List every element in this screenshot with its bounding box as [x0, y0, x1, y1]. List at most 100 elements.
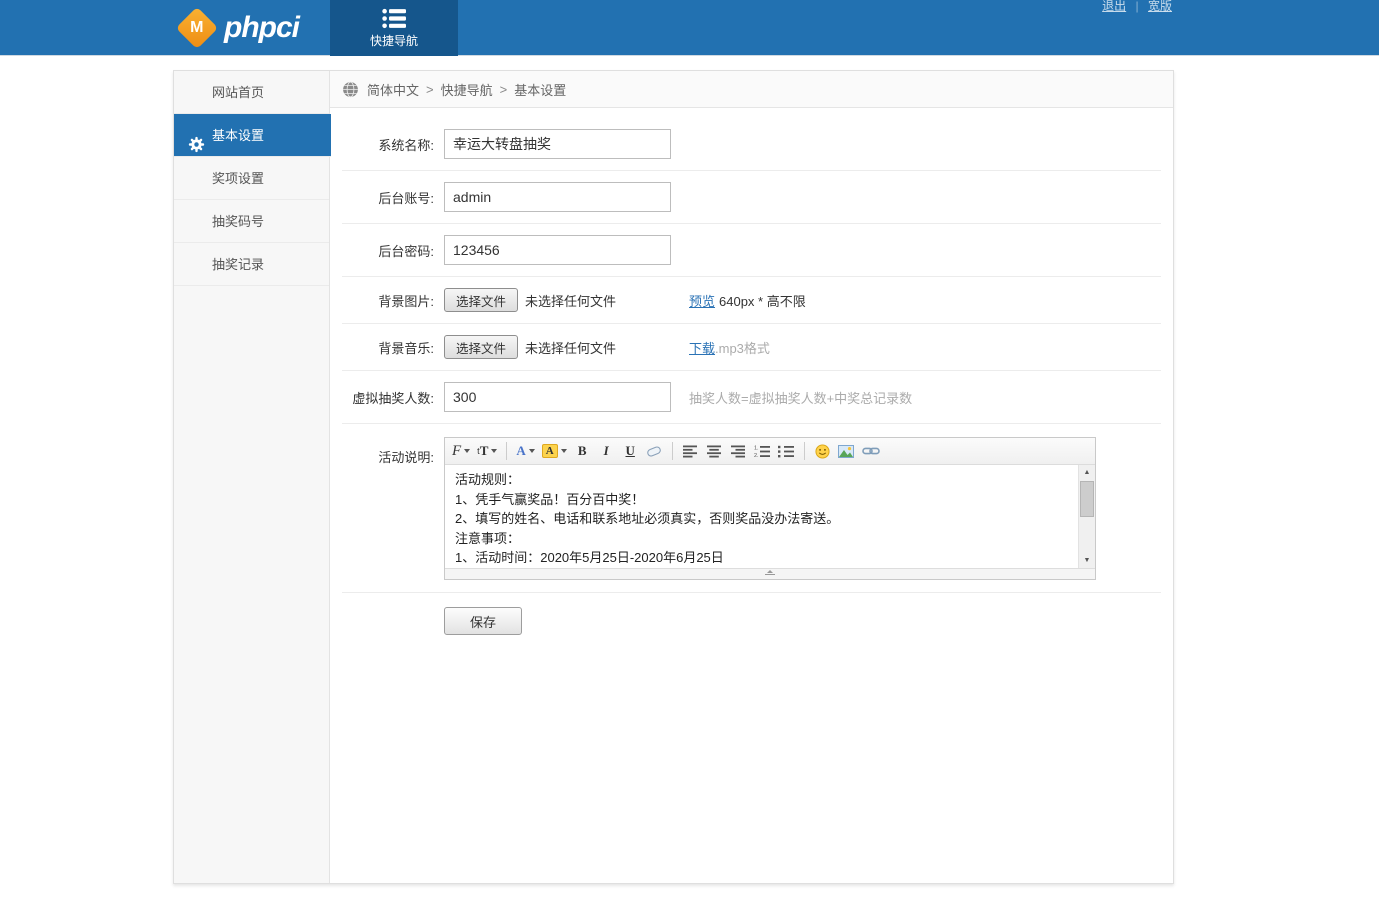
link-icon [862, 446, 880, 456]
virtual-count-hint: 抽奖人数=虚拟抽奖人数+中奖总记录数 [689, 388, 912, 407]
system-name-input[interactable] [444, 129, 671, 159]
chevron-down-icon [464, 449, 470, 453]
breadcrumb-part[interactable]: 简体中文 [367, 80, 419, 99]
image-icon [838, 445, 854, 458]
scrollbar-thumb[interactable] [1080, 481, 1094, 517]
align-center-button[interactable] [706, 441, 723, 461]
scroll-down-icon[interactable]: ▼ [1079, 553, 1095, 568]
editor-content[interactable]: 活动规则： 1、凭手气赢奖品！百分百中奖！ 2、填写的姓名、电话和联系地址必须真… [445, 465, 1078, 568]
form-row-admin-password: 后台密码: [342, 224, 1161, 277]
form-row-bg-image: 背景图片: 选择文件 未选择任何文件 预览 640px * 高不限 [342, 277, 1161, 324]
toolbar-separator [506, 442, 507, 460]
editor-toolbar: F tT A A B I U [445, 438, 1095, 465]
form-row-save: 保存 [342, 593, 1161, 646]
system-name-label: 系统名称: [342, 135, 434, 154]
breadcrumb-part[interactable]: 基本设置 [514, 80, 566, 99]
align-left-button[interactable] [682, 441, 699, 461]
sidebar-item-prize-settings[interactable]: 奖项设置 [174, 157, 329, 200]
ordered-list-button[interactable]: 1.2. [754, 441, 771, 461]
admin-account-label: 后台账号: [342, 188, 434, 207]
sidebar-item-basic-settings[interactable]: 基本设置 [174, 114, 331, 157]
editor-resize-bar[interactable] [445, 568, 1095, 579]
breadcrumb-part[interactable]: 快捷导航 [441, 80, 493, 99]
unordered-list-button[interactable] [778, 441, 795, 461]
save-button[interactable]: 保存 [444, 607, 522, 635]
sidebar-item-label: 网站首页 [212, 85, 264, 100]
align-left-icon [683, 445, 698, 458]
admin-account-input[interactable] [444, 182, 671, 212]
virtual-count-label: 虚拟抽奖人数: [342, 388, 434, 407]
logo[interactable]: M phpci [176, 11, 299, 45]
sidebar-item-lottery-codes[interactable]: 抽奖码号 [174, 200, 329, 243]
highlight-color-button[interactable]: A [542, 441, 567, 461]
align-right-icon [731, 445, 746, 458]
top-header: M phpci 快捷导航 退出 | 宽版 [0, 0, 1379, 56]
sidebar-item-label: 抽奖码号 [212, 214, 264, 229]
smiley-icon [815, 444, 830, 459]
header-links: 退出 | 宽版 [1102, 0, 1172, 14]
sidebar-item-label: 奖项设置 [212, 171, 264, 186]
chevron-down-icon [491, 449, 497, 453]
form-row-activity-description: 活动说明: F tT A A B I U [342, 424, 1161, 593]
editor-line: 2、填写的姓名、电话和联系地址必须真实，否则奖品没办法寄送。 [455, 509, 1068, 529]
scroll-up-icon[interactable]: ▲ [1079, 465, 1095, 480]
svg-text:1.: 1. [754, 445, 759, 451]
preview-link[interactable]: 预览 [689, 291, 715, 310]
admin-password-input[interactable] [444, 235, 671, 265]
content-area: 简体中文 > 快捷导航 > 基本设置 系统名称: 后台账号: 后台密码: 背景图… [330, 71, 1173, 883]
logout-link[interactable]: 退出 [1102, 0, 1126, 13]
editor-line: 1、活动时间：2020年5月25日-2020年6月25日 [455, 548, 1068, 568]
choose-file-button[interactable]: 选择文件 [444, 288, 518, 312]
toolbar-separator [672, 442, 673, 460]
bg-image-label: 背景图片: [342, 291, 434, 310]
download-link[interactable]: 下载 [689, 338, 715, 357]
bg-music-file-input: 选择文件 未选择任何文件 [444, 335, 689, 359]
emoticon-button[interactable] [814, 441, 831, 461]
tab-quick-nav-label: 快捷导航 [370, 32, 418, 49]
chevron-down-icon [529, 449, 535, 453]
sidebar: 网站首页 基本设置 奖项设置 抽奖码号 [174, 71, 330, 883]
bg-image-file-input: 选择文件 未选择任何文件 [444, 288, 689, 312]
editor-scrollbar[interactable]: ▲ ▼ [1078, 465, 1095, 568]
sidebar-item-home[interactable]: 网站首页 [174, 71, 329, 114]
align-right-button[interactable] [730, 441, 747, 461]
logo-text: phpci [224, 11, 299, 45]
admin-password-label: 后台密码: [342, 241, 434, 260]
form-row-bg-music: 背景音乐: 选择文件 未选择任何文件 下载 .mp3格式 [342, 324, 1161, 371]
globe-icon [342, 81, 359, 98]
sidebar-item-label: 抽奖记录 [212, 257, 264, 272]
breadcrumb-separator: > [500, 82, 508, 97]
bold-button[interactable]: B [574, 441, 591, 461]
font-size-button[interactable]: tT [477, 441, 497, 461]
rich-text-editor: F tT A A B I U [444, 437, 1096, 580]
bg-music-hint: .mp3格式 [715, 338, 770, 357]
breadcrumb: 简体中文 > 快捷导航 > 基本设置 [330, 71, 1173, 108]
italic-button[interactable]: I [598, 441, 615, 461]
form-row-admin-account: 后台账号: [342, 171, 1161, 224]
resize-grip-icon [763, 571, 777, 578]
svg-text:2.: 2. [754, 453, 759, 458]
eraser-icon [646, 445, 662, 458]
wide-layout-link[interactable]: 宽版 [1148, 0, 1172, 13]
font-family-button[interactable]: F [452, 441, 470, 461]
file-status-text: 未选择任何文件 [525, 291, 616, 310]
bg-music-label: 背景音乐: [342, 338, 434, 357]
choose-file-button[interactable]: 选择文件 [444, 335, 518, 359]
insert-link-button[interactable] [862, 441, 880, 461]
editor-line: 活动规则： [455, 470, 1068, 490]
tab-quick-nav[interactable]: 快捷导航 [330, 0, 458, 56]
underline-button[interactable]: U [622, 441, 639, 461]
font-color-button[interactable]: A [516, 441, 534, 461]
logo-mark-icon: M [176, 6, 218, 48]
link-separator: | [1136, 0, 1139, 13]
form-row-virtual-count: 虚拟抽奖人数: 抽奖人数=虚拟抽奖人数+中奖总记录数 [342, 371, 1161, 424]
main-panel: 网站首页 基本设置 奖项设置 抽奖码号 [173, 70, 1174, 884]
virtual-count-input[interactable] [444, 382, 671, 412]
insert-image-button[interactable] [838, 441, 855, 461]
breadcrumb-separator: > [426, 82, 434, 97]
remove-format-button[interactable] [646, 441, 663, 461]
list-icon [382, 8, 406, 29]
ordered-list-icon: 1.2. [754, 445, 770, 458]
unordered-list-icon [778, 445, 794, 458]
sidebar-item-lottery-records[interactable]: 抽奖记录 [174, 243, 329, 286]
